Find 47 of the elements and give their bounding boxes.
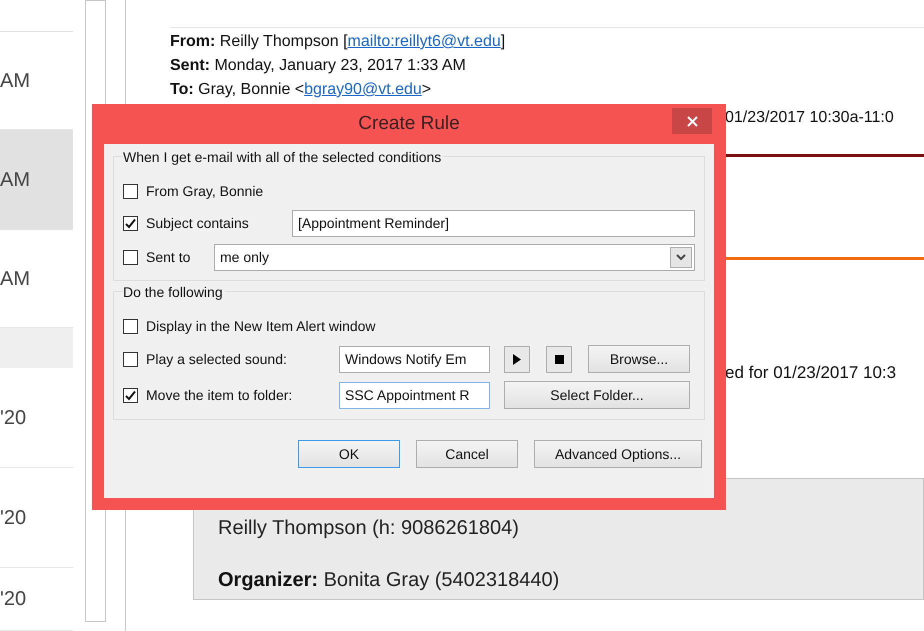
checkbox[interactable] — [123, 184, 138, 198]
option-label: Subject contains — [146, 214, 250, 233]
scheduled-text: ed for 01/23/2017 10:3 — [725, 362, 898, 384]
checkbox[interactable] — [123, 216, 138, 230]
checkbox[interactable] — [123, 388, 138, 402]
recipient-dropdown[interactable]: me only — [214, 244, 695, 270]
detail-line: Organizer: Bonita Gray (5402318440) — [218, 568, 560, 592]
close-button[interactable] — [672, 108, 712, 134]
meeting-time: 01/23/2017 10:30a-11:0 — [725, 108, 895, 128]
dialog-title: Create Rule — [358, 112, 460, 136]
detail-line: Reilly Thompson (h: 9086261804) — [218, 516, 520, 540]
check-icon — [125, 218, 136, 228]
sound-field[interactable]: Windows Notify Em — [339, 346, 490, 372]
email-link[interactable]: mailto:reillyt6@vt.edu — [348, 33, 501, 50]
option-label: Sent to — [146, 248, 192, 266]
header-line: Sent: Monday, January 23, 2017 1:33 AM — [170, 56, 467, 76]
header-line: From: Reilly Thompson [mailto:reillyt6@vt.edu] — [170, 32, 506, 52]
check-icon — [125, 390, 136, 400]
dialog-button[interactable]: Cancel — [416, 440, 518, 468]
message-time: '20 — [0, 406, 26, 430]
dialog-button[interactable]: Select Folder... — [504, 381, 690, 409]
checkbox[interactable] — [123, 250, 138, 264]
dialog-button[interactable]: Advanced Options... — [534, 440, 702, 468]
stop-button[interactable] — [546, 346, 572, 372]
message-time: AM — [0, 266, 30, 292]
dialog-button[interactable]: OK — [298, 440, 400, 468]
email-link[interactable]: bgray90@vt.edu — [304, 81, 422, 98]
message-time: '20 — [0, 506, 26, 530]
folder-field[interactable]: SSC Appointment R — [339, 382, 490, 408]
close-icon — [686, 116, 698, 126]
play-button[interactable] — [504, 346, 530, 372]
subject-field[interactable]: [Appointment Reminder] — [292, 210, 695, 236]
chevron-down-icon — [670, 246, 692, 268]
stop-icon — [554, 354, 564, 364]
checkbox[interactable] — [123, 318, 138, 334]
play-icon — [513, 354, 521, 364]
dialog-button[interactable]: Browse... — [588, 345, 690, 373]
message-time: AM — [0, 68, 30, 94]
option-label: Display in the New Item Alert window — [146, 316, 376, 336]
option-label: Play a selected sound: — [146, 350, 288, 369]
header-line: To: Gray, Bonnie <bgray90@vt.edu> — [170, 80, 432, 100]
message-time: AM — [0, 168, 30, 192]
message-item[interactable]: AM — [0, 130, 73, 230]
message-time: '20 — [0, 587, 26, 612]
checkbox[interactable] — [123, 352, 138, 366]
option-label: From Gray, Bonnie — [146, 182, 264, 201]
option-label: Move the item to folder: — [146, 386, 294, 404]
